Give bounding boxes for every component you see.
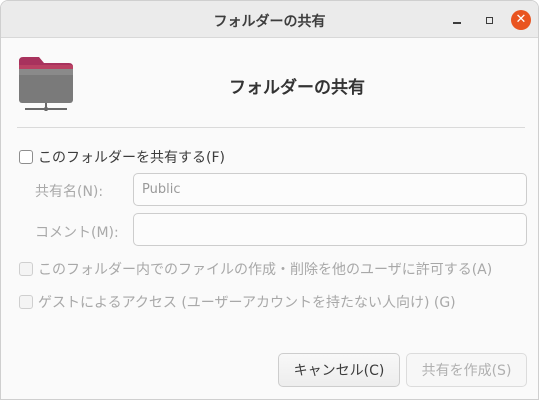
close-button[interactable]: ✕: [511, 10, 531, 30]
header-separator: [17, 127, 525, 128]
title-bar[interactable]: フォルダーの共有 ✕: [1, 1, 538, 38]
allow-others-checkbox-row[interactable]: このフォルダー内でのファイルの作成・削除を他のユーザに許可する(A): [19, 259, 492, 279]
allow-others-checkbox-label[interactable]: このフォルダー内でのファイルの作成・削除を他のユーザに許可する(A): [38, 259, 492, 279]
folder-share-icon: [19, 57, 73, 111]
close-icon: ✕: [515, 12, 527, 27]
share-name-input[interactable]: [133, 173, 527, 206]
dialog-heading: フォルダーの共有: [229, 78, 365, 98]
share-folder-checkbox-row[interactable]: このフォルダーを共有する(F): [19, 147, 225, 167]
share-folder-checkbox-label[interactable]: このフォルダーを共有する(F): [38, 147, 225, 167]
create-share-button[interactable]: 共有を作成(S): [406, 353, 527, 387]
share-name-label: 共有名(N):: [35, 184, 104, 200]
cancel-button[interactable]: キャンセル(C): [278, 353, 400, 387]
maximize-icon: [485, 16, 493, 24]
minimize-icon: [453, 21, 461, 24]
comment-label: コメント(M):: [35, 225, 119, 241]
maximize-button[interactable]: [479, 10, 499, 30]
share-folder-dialog: フォルダーの共有 ✕ フォルダーの共有 このフォルダーを共有する(F) 共有名(…: [0, 0, 539, 400]
minimize-button[interactable]: [447, 10, 467, 30]
guest-access-checkbox-label[interactable]: ゲストによるアクセス (ユーザーアカウントを持たない人向け) (G): [38, 292, 456, 312]
guest-access-checkbox[interactable]: [19, 295, 33, 309]
share-folder-checkbox[interactable]: [19, 150, 33, 164]
guest-access-checkbox-row[interactable]: ゲストによるアクセス (ユーザーアカウントを持たない人向け) (G): [19, 292, 456, 312]
comment-input[interactable]: [133, 213, 527, 246]
allow-others-checkbox[interactable]: [19, 262, 33, 276]
